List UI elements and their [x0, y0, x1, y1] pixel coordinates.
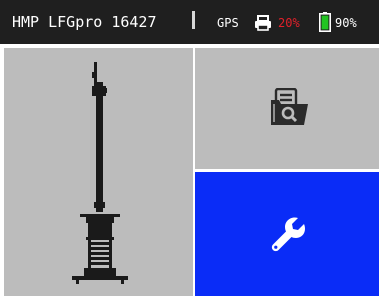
battery-level: 90%	[335, 16, 357, 30]
device-tile[interactable]	[4, 48, 193, 296]
document-search-icon	[271, 88, 308, 125]
status-bar: HMP LFGpro 16427 GPS 20% 90%	[0, 0, 379, 44]
drop-weight-device-icon	[72, 62, 128, 284]
status-divider	[192, 11, 195, 29]
gps-indicator: GPS	[217, 16, 239, 30]
printer-paper-level: 20%	[278, 16, 300, 30]
device-title: HMP LFGpro 16427	[12, 13, 157, 31]
settings-tile[interactable]	[195, 172, 379, 296]
battery-icon	[319, 12, 331, 32]
wrench-icon	[271, 217, 306, 252]
reports-tile[interactable]	[195, 48, 379, 169]
printer-icon	[255, 15, 271, 31]
